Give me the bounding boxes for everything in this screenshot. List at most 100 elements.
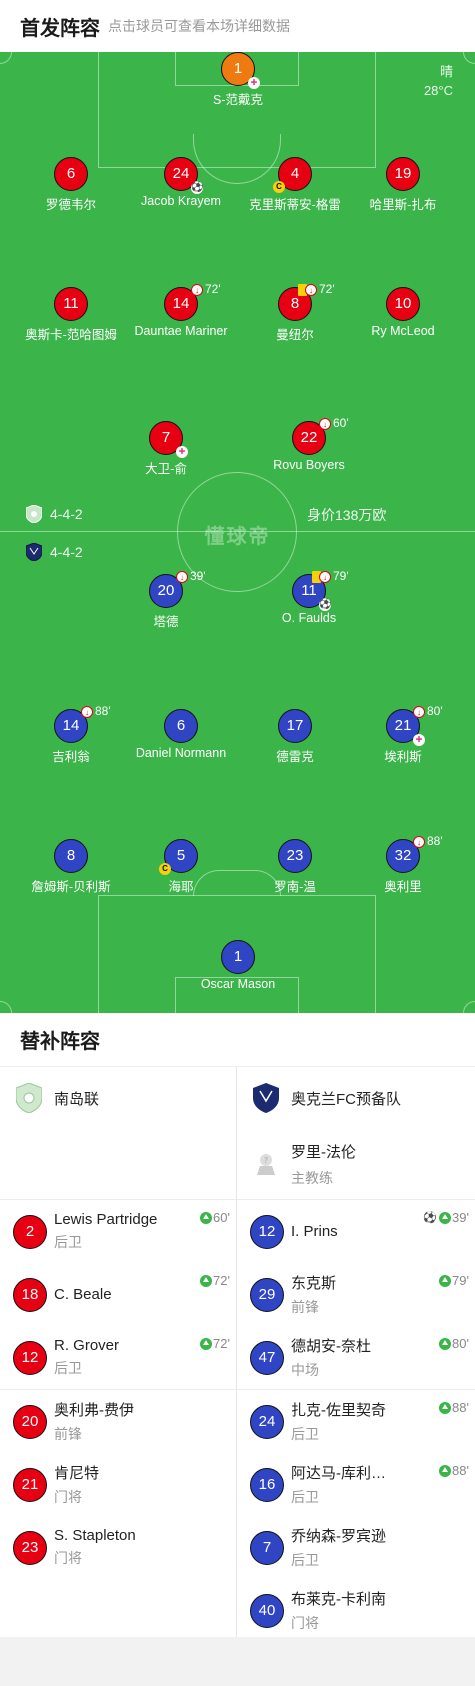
sub-player-row[interactable]: 2 Lewis Partridge 后卫 60' — [0, 1200, 236, 1263]
sub-on-minute-text: 88' — [452, 1463, 469, 1478]
player-number: 14 ↓ 88' — [54, 704, 111, 743]
subs-table: 南岛联 2 Lewis Partridge 后卫 60' 18 C. Beale 72' 12… — [0, 1067, 475, 1637]
sub-player-name: 扎克-佐里契奇 — [291, 1402, 386, 1419]
home-player[interactable]: 14 ↓ 72' Dauntae Mariner — [116, 282, 246, 338]
sub-minute: 60' — [333, 416, 349, 430]
home-market-value: 身价138万欧 — [307, 507, 387, 523]
weather-temperature: 28°C — [423, 83, 453, 98]
sub-player-info: 阿达马-库利… 后卫 — [291, 1462, 386, 1507]
sub-on-icon — [439, 1211, 452, 1224]
sub-player-name: R. Grover — [54, 1337, 120, 1354]
away-player[interactable]: 6 Daniel Normann — [116, 709, 246, 760]
sub-player-number: 12 — [13, 1340, 47, 1375]
away-player[interactable]: 5 C 海耶 — [116, 839, 246, 895]
player-number: 24 ⚽ — [164, 157, 203, 194]
away-coach[interactable]: ? 罗里-法伦 主教练 — [237, 1129, 475, 1199]
away-formation-text: 4-4-2 — [50, 544, 83, 560]
player-number: 21 ↓ 80' ✚ — [386, 704, 443, 746]
sub-player-info: I. Prins — [291, 1223, 338, 1240]
away-team-name: 奥克兰FC预备队 — [291, 1090, 401, 1108]
sub-player-number: 7 — [250, 1530, 284, 1565]
sub-player-row[interactable]: 20 奥利弗-费伊 前锋 — [0, 1390, 236, 1453]
player-name: 埃利斯 — [384, 750, 422, 764]
away-player[interactable]: 21 ↓ 80' ✚ 埃利斯 — [338, 704, 468, 765]
sub-player-row[interactable]: 47 德胡安-奈杜 中场 80' — [237, 1326, 475, 1389]
sub-player-info: C. Beale — [54, 1286, 112, 1303]
sub-player-row[interactable]: 40 布莱克-卡利南 门将 — [237, 1579, 475, 1642]
home-player[interactable]: 19 哈里斯-扎布 — [338, 157, 468, 213]
sub-player-number: 2 — [13, 1214, 47, 1249]
player-name: 海耶 — [168, 880, 194, 894]
away-crest-icon — [26, 543, 42, 561]
player-name: Ry McLeod — [371, 324, 435, 338]
home-subs-column: 南岛联 2 Lewis Partridge 后卫 60' 18 C. Beale 72' 12… — [0, 1067, 237, 1637]
sub-player-row[interactable]: 29 东克斯 前锋 79' — [237, 1263, 475, 1326]
sub-player-number: 23 — [13, 1530, 47, 1565]
home-player[interactable]: 1 ✚ S-范戴克 — [173, 52, 303, 108]
player-number: 10 — [386, 287, 420, 321]
sub-player-name: I. Prins — [291, 1223, 338, 1240]
player-number: 6 — [54, 157, 88, 191]
sub-player-position: 后卫 — [54, 1360, 82, 1376]
player-name: 哈里斯-扎布 — [369, 198, 437, 212]
sub-player-row[interactable]: 24 扎克-佐里契奇 后卫 88' — [237, 1390, 475, 1453]
sub-off-icon: ↓ — [319, 571, 331, 583]
coach-placeholder — [0, 1129, 236, 1199]
home-player[interactable]: 10 Ry McLeod — [338, 287, 468, 338]
sub-player-info: 东克斯 前锋 — [291, 1272, 336, 1317]
away-team-header[interactable]: 奥克兰FC预备队 — [237, 1067, 475, 1129]
sub-player-info: 乔纳森-罗宾逊 后卫 — [291, 1525, 386, 1570]
sub-on-minute-text: 60' — [213, 1210, 230, 1225]
sub-player-row[interactable]: 18 C. Beale 72' — [0, 1263, 236, 1326]
sub-player-position: 门将 — [54, 1489, 82, 1505]
home-player[interactable]: 22 ↓ 60' Rovu Boyers — [244, 416, 374, 472]
sub-player-position: 后卫 — [291, 1489, 319, 1505]
corner-arc — [0, 1001, 12, 1013]
sub-on-minute-text: 79' — [452, 1273, 469, 1288]
player-name: 塔德 — [153, 615, 179, 629]
home-team-name: 南岛联 — [54, 1090, 100, 1108]
player-number: 8 — [54, 839, 88, 873]
sub-player-row[interactable]: 21 肯尼特 门将 — [0, 1453, 236, 1516]
coach-name: 罗里-法伦 — [291, 1143, 356, 1161]
weather-info: 晴 28°C — [424, 62, 453, 100]
sub-player-name: 布莱克-卡利南 — [291, 1591, 386, 1608]
sub-on-icon — [200, 1211, 213, 1224]
away-player[interactable]: 32 ↓ 88' 奥利里 — [338, 834, 468, 895]
sub-player-number: 40 — [250, 1593, 284, 1628]
sub-on-minute-text: 39' — [452, 1210, 469, 1225]
sub-player-number: 12 — [250, 1214, 284, 1249]
sub-player-row[interactable]: 23 S. Stapleton 门将 — [0, 1516, 236, 1579]
player-name: Daniel Normann — [135, 746, 227, 760]
home-player[interactable]: 24 ⚽ Jacob Krayem — [116, 157, 246, 208]
away-player[interactable]: 11 ↓ 79' ⚽ O. Faulds — [244, 569, 374, 625]
player-number: 32 ↓ 88' — [386, 834, 443, 873]
player-name: 大卫-俞 — [145, 462, 187, 476]
player-number: 1 — [221, 940, 255, 974]
home-crest-icon — [26, 505, 42, 523]
svg-text:?: ? — [264, 1156, 268, 1165]
sub-player-row[interactable]: 12 I. Prins ⚽ 39' — [237, 1200, 475, 1263]
player-number: 7 ✚ — [149, 421, 188, 458]
home-player[interactable]: 7 ✚ 大卫-俞 — [101, 421, 231, 477]
sub-player-name: 阿达马-库利… — [291, 1465, 386, 1482]
sub-player-position: 后卫 — [54, 1234, 82, 1250]
sub-minute: 39' — [190, 569, 206, 583]
sub-player-position: 门将 — [54, 1550, 82, 1566]
sub-off-icon: ↓ — [81, 706, 93, 718]
page-footer — [0, 1637, 475, 1686]
home-team-header[interactable]: 南岛联 — [0, 1067, 236, 1129]
sub-player-row[interactable]: 12 R. Grover 后卫 72' — [0, 1326, 236, 1389]
sub-player-info: Lewis Partridge 后卫 — [54, 1211, 157, 1252]
away-player[interactable]: 1 Oscar Mason — [173, 940, 303, 991]
player-name: O. Faulds — [281, 611, 337, 625]
sub-player-row[interactable]: 7 乔纳森-罗宾逊 后卫 — [237, 1516, 475, 1579]
sub-player-number: 29 — [250, 1277, 284, 1312]
sub-player-name: 乔纳森-罗宾逊 — [291, 1528, 386, 1545]
sub-on-minute: 60' — [200, 1210, 230, 1225]
player-name: Rovu Boyers — [273, 458, 345, 472]
away-player[interactable]: 20 ↓ 39' 塔德 — [101, 569, 231, 630]
sub-player-row[interactable]: 16 阿达马-库利… 后卫 88' — [237, 1453, 475, 1516]
sub-on-minute: 72' — [200, 1336, 230, 1351]
player-name: 奥利里 — [384, 880, 422, 894]
